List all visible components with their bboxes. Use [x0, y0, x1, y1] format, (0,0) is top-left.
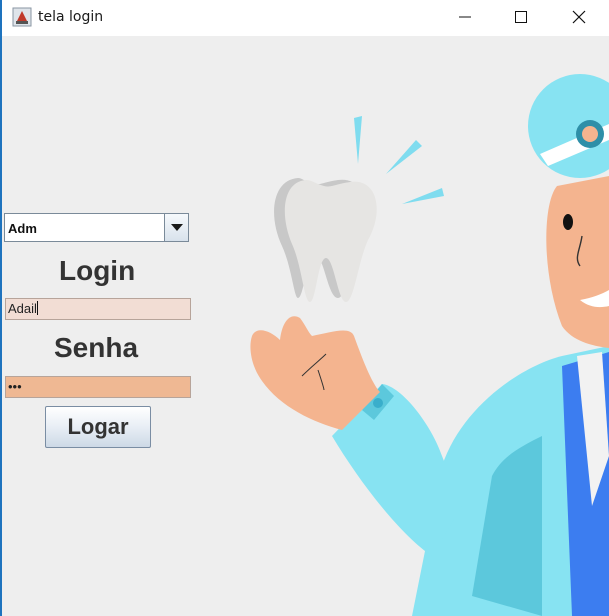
login-input[interactable]: Adail: [5, 298, 191, 320]
window-title: tela login: [38, 9, 104, 25]
role-select-toggle[interactable]: [164, 214, 188, 241]
sparkle-right: [402, 188, 444, 204]
app-window: tela login Adm Login Adail Senha ••• Log…: [0, 0, 609, 616]
role-select-value: Adm: [8, 221, 37, 236]
title-bar[interactable]: tela login: [2, 0, 609, 36]
java-cup-icon: [12, 7, 32, 27]
senha-password-input[interactable]: •••: [5, 376, 191, 398]
maximize-icon: [515, 11, 527, 23]
logar-button[interactable]: Logar: [45, 406, 151, 448]
login-panel: Adm Login Adail Senha ••• Logar: [2, 36, 609, 616]
sparkle-middle: [386, 140, 422, 174]
role-select[interactable]: Adm: [4, 213, 189, 242]
sparkle-top: [354, 116, 362, 164]
close-button[interactable]: [556, 0, 602, 34]
tooth-icon: [274, 178, 377, 302]
dentist-illustration: [250, 74, 609, 616]
maximize-button[interactable]: [498, 0, 544, 34]
senha-label: Senha: [54, 332, 139, 363]
login-input-value: Adail: [8, 301, 37, 316]
close-icon: [572, 10, 586, 24]
chevron-down-icon: [171, 224, 183, 231]
text-caret: [36, 301, 38, 315]
login-label: Login: [59, 255, 136, 286]
minimize-icon: [459, 16, 471, 18]
minimize-button[interactable]: [442, 0, 488, 34]
senha-input-value: •••: [8, 379, 22, 394]
